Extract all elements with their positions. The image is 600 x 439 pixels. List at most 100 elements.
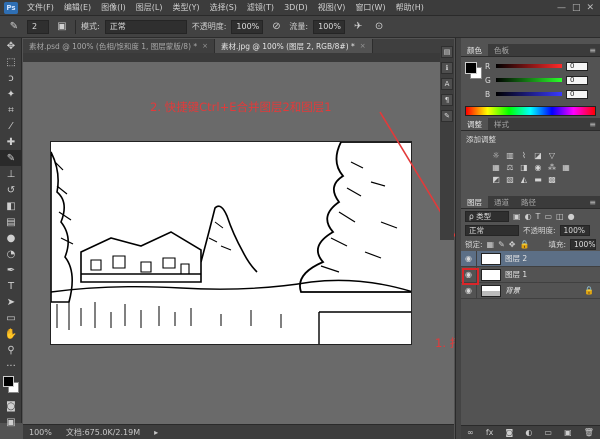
adjustments-panel-header: 调整 样式 ≡ [461, 118, 600, 131]
threshold-icon[interactable]: ◭ [519, 174, 529, 184]
adjustment-icons-row-3: ◩ ▧ ◭ ▬ ▩ [461, 174, 600, 184]
visibility-highlight [462, 268, 479, 285]
brightness-icon[interactable]: ☼ [491, 150, 501, 160]
blend-opacity-row: 正常 不透明度: 100% [461, 223, 600, 237]
layer-thumbnail [481, 284, 501, 297]
character-panel-icon[interactable]: A [441, 78, 453, 90]
lock-all-icon[interactable]: 🔒 [520, 240, 530, 249]
lock-icon: 🔒 [584, 286, 594, 295]
channel-mixer-icon[interactable]: ⁂ [547, 162, 557, 172]
layer-filter-value: ρ 类型 [469, 211, 492, 221]
layers-panel: 图层 通道 路径 ≡ ρ 类型 ▣ ◐ T ▭ ◫ ● 正常 不透明度: 100… [461, 196, 600, 439]
adjustment-icons-row-2: ▦ ⚖ ◨ ◉ ⁂ ▦ [461, 162, 600, 172]
red-slider-row: R 0 [485, 61, 597, 71]
new-group-icon[interactable]: ▭ [544, 428, 552, 437]
filter-smart-icon[interactable]: ◫ [556, 212, 564, 221]
visibility-eye-icon[interactable]: ◉ [461, 250, 477, 267]
filter-pixel-icon[interactable]: ▣ [513, 212, 521, 221]
blend-mode-value: 正常 [469, 225, 484, 235]
red-value-input[interactable]: 0 [566, 61, 588, 71]
green-slider-row: G 0 [485, 75, 597, 85]
link-layers-icon[interactable]: ∞ [467, 428, 474, 437]
layer-thumbnail [481, 268, 501, 281]
panel-menu-icon[interactable]: ≡ [589, 44, 600, 56]
gradient-map-icon[interactable]: ▬ [533, 174, 543, 184]
layer-filter-select[interactable]: ρ 类型 [465, 210, 509, 222]
foreground-swatch[interactable] [465, 62, 477, 74]
invert-icon[interactable]: ◩ [491, 174, 501, 184]
blue-value-input[interactable]: 0 [566, 89, 588, 99]
color-lookup-icon[interactable]: ▦ [561, 162, 571, 172]
add-mask-icon[interactable]: ◙ [505, 428, 513, 437]
tab-adjustments[interactable]: 调整 [461, 118, 488, 130]
layer-opacity-value: 100% [563, 225, 585, 235]
panel-menu-icon[interactable]: ≡ [589, 118, 600, 130]
history-panel-icon[interactable]: ▤ [441, 46, 453, 58]
levels-icon[interactable]: ▥ [505, 150, 515, 160]
tab-channels[interactable]: 通道 [488, 196, 515, 208]
curves-icon[interactable]: ⌇ [519, 150, 529, 160]
brush-presets-icon[interactable]: ✎ [441, 110, 453, 122]
properties-panel-icon[interactable]: ℹ [441, 62, 453, 74]
filter-type-icon[interactable]: T [536, 212, 541, 221]
new-layer-icon[interactable]: ▣ [564, 428, 572, 437]
adjustment-icons-row-1: ☼ ▥ ⌇ ◪ ▽ [461, 150, 600, 160]
color-spectrum-bar[interactable] [465, 106, 596, 116]
black-white-icon[interactable]: ◨ [519, 162, 529, 172]
layer-row-background[interactable]: ◉ 背景 🔒 [461, 282, 600, 299]
green-value-input[interactable]: 0 [566, 75, 588, 85]
lock-position-icon[interactable]: ✥ [509, 240, 516, 249]
filter-toggle-icon[interactable]: ● [568, 212, 575, 221]
color-panel: 颜色 色板 ≡ R 0 G 0 B 0 [461, 44, 600, 120]
collapsed-panel-icons: ▤ ℹ A ¶ ✎ [440, 40, 454, 240]
fill-value: 100% [574, 239, 596, 249]
layer-thumbnail [481, 252, 501, 265]
exposure-icon[interactable]: ◪ [533, 150, 543, 160]
filter-shape-icon[interactable]: ▭ [544, 212, 552, 221]
layer-row-layer1[interactable]: ◉ 图层 1 [461, 266, 600, 283]
layers-panel-header: 图层 通道 路径 ≡ [461, 196, 600, 209]
layer-opacity-input[interactable]: 100% [559, 224, 590, 236]
lock-label: 锁定: [465, 239, 483, 249]
tab-layers[interactable]: 图层 [461, 196, 488, 208]
tab-swatches[interactable]: 色板 [488, 44, 515, 56]
layer-name: 背景 [505, 286, 520, 295]
status-bar: 100% 文档:675.0K/2.19M ▸ [23, 424, 454, 439]
layer-row-layer2[interactable]: ◉ 图层 2 [461, 250, 600, 267]
layer-style-icon[interactable]: fx [486, 428, 494, 437]
lock-image-icon[interactable]: ✎ [498, 240, 505, 249]
document-size: 文档:675.0K/2.19M [65, 427, 141, 437]
layers-footer: ∞ fx ◙ ◐ ▭ ▣ 🗑 [461, 425, 600, 439]
layer-name: 图层 2 [505, 254, 528, 263]
selective-color-icon[interactable]: ▩ [547, 174, 557, 184]
red-slider[interactable] [496, 64, 562, 68]
lock-fill-row: 锁定: ▦ ✎ ✥ 🔒 填充: 100% [461, 237, 600, 251]
paragraph-panel-icon[interactable]: ¶ [441, 94, 453, 106]
blue-label: B [485, 89, 491, 99]
tab-paths[interactable]: 路径 [515, 196, 542, 208]
blue-slider[interactable] [496, 92, 562, 96]
adjustments-panel: 调整 样式 ≡ 添加调整 ☼ ▥ ⌇ ◪ ▽ ▦ ⚖ ◨ ◉ ⁂ ▦ ◩ ▧ ◭… [461, 118, 600, 194]
panel-menu-icon[interactable]: ≡ [589, 196, 600, 208]
blend-mode-select[interactable]: 正常 [465, 224, 519, 236]
red-label: R [485, 61, 491, 71]
blue-slider-row: B 0 [485, 89, 597, 99]
color-panel-header: 颜色 色板 ≡ [461, 44, 600, 57]
posterize-icon[interactable]: ▧ [505, 174, 515, 184]
add-adjustment-title: 添加调整 [466, 135, 496, 144]
layer-filter-row: ρ 类型 ▣ ◐ T ▭ ◫ ● [461, 209, 600, 223]
hue-saturation-icon[interactable]: ▦ [491, 162, 501, 172]
photo-filter-icon[interactable]: ◉ [533, 162, 543, 172]
status-arrow-icon[interactable]: ▸ [154, 428, 158, 437]
zoom-level[interactable]: 100% [29, 428, 52, 437]
new-adjustment-icon[interactable]: ◐ [525, 428, 532, 437]
green-slider[interactable] [496, 78, 562, 82]
lock-transparent-icon[interactable]: ▦ [487, 240, 495, 249]
tab-styles[interactable]: 样式 [488, 118, 515, 130]
delete-layer-icon[interactable]: 🗑 [584, 428, 594, 437]
filter-adjust-icon[interactable]: ◐ [525, 212, 532, 221]
fill-input[interactable]: 100% [570, 238, 596, 250]
vibrance-icon[interactable]: ▽ [547, 150, 557, 160]
tab-color[interactable]: 颜色 [461, 44, 488, 56]
color-balance-icon[interactable]: ⚖ [505, 162, 515, 172]
